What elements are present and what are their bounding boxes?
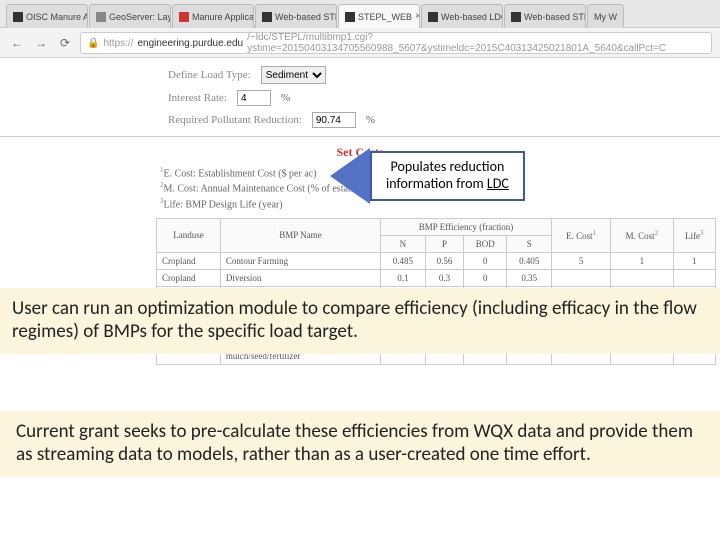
app-icon [179,12,189,22]
callout-line2: information from LDC [386,176,509,193]
load-type-select[interactable]: Sediment [261,66,326,84]
annotation-optimization: User can run an optimization module to c… [0,288,720,354]
browser-tab[interactable]: OISC Manure Applic× [6,4,88,28]
table-cell: Diversion [220,269,380,286]
col-landuse: Landuse [157,218,221,252]
tab-label: STEPL_WEB [358,12,412,22]
table-cell[interactable]: 1 [611,252,674,269]
arrow-callout: Populates reduction information from LDC [330,148,525,204]
browser-tab[interactable]: Manure Application× [172,4,254,28]
table-cell: 0.485 [380,252,425,269]
table-cell: 0 [464,252,507,269]
app-icon [262,12,272,22]
percent-label: % [281,92,290,104]
url-path: /~ldc/STEPL/multibmp1.cgi?ystime=2015040… [247,32,705,54]
table-cell[interactable]: 1 [673,252,715,269]
browser-tab[interactable]: Web-based LDC To× [421,4,503,28]
arrow-left-icon [330,148,370,204]
callout-line1: Populates reduction [386,159,509,176]
tab-label: My W [594,12,617,22]
interest-rate-input[interactable] [237,90,271,106]
table-row: CroplandDiversion0.10.300.35 [157,269,716,286]
browser-tab[interactable]: My W [587,4,624,28]
browser-tab[interactable]: Web-based STEPL× [504,4,586,28]
app-icon [428,12,438,22]
table-row: CroplandContour Farming0.4850.5600.40551… [157,252,716,269]
tab-strip: OISC Manure Applic× GeoServer: Layer Pr×… [0,0,720,28]
tab-label: Web-based LDC To [441,12,503,22]
table-cell: 0.35 [507,269,552,286]
col-mcost: M. Cost2 [611,218,674,252]
address-bar[interactable]: 🔒 https:// engineering.purdue.edu /~ldc/ST… [80,32,712,54]
col-p: P [425,235,463,252]
table-cell: 0.1 [380,269,425,286]
annotation-grant: Current grant seeks to pre-calculate the… [0,411,720,477]
tab-label: OISC Manure Applic [26,12,88,22]
load-form: Define Load Type: Sediment Interest Rate… [0,66,720,128]
globe-icon [96,12,106,22]
reduction-input[interactable] [312,112,356,128]
tab-label: Manure Application [192,12,254,22]
url-host: engineering.purdue.edu [137,38,243,49]
col-ecost: E. Cost1 [552,218,611,252]
table-cell[interactable] [552,269,611,286]
forward-button[interactable]: → [32,34,50,52]
globe-icon [13,12,23,22]
tab-label: Web-based STEPL [275,12,337,22]
table-cell: Cropland [157,269,221,286]
back-button[interactable]: ← [8,34,26,52]
tab-label: Web-based STEPL [524,12,586,22]
divider [0,136,720,137]
browser-chrome: OISC Manure Applic× GeoServer: Layer Pr×… [0,0,720,58]
table-cell: 0 [464,269,507,286]
table-cell[interactable] [611,269,674,286]
reduction-label: Required Pollutant Reduction: [168,114,302,126]
col-s: S [507,235,552,252]
app-icon [345,12,355,22]
table-cell: 0.405 [507,252,552,269]
table-cell: Cropland [157,252,221,269]
browser-tab[interactable]: Web-based STEPL× [255,4,337,28]
load-type-label: Define Load Type: [168,69,251,81]
tab-label: GeoServer: Layer Pr [109,12,171,22]
col-bmpname: BMP Name [220,218,380,252]
address-row: ← → ⟳ 🔒 https:// engineering.purdue.edu /~… [0,28,720,58]
close-icon[interactable]: × [415,11,420,22]
table-cell: Contour Farming [220,252,380,269]
reload-button[interactable]: ⟳ [56,34,74,52]
table-cell[interactable]: 5 [552,252,611,269]
lock-icon: 🔒 [87,38,99,49]
browser-tab-active[interactable]: STEPL_WEB× [338,4,420,28]
col-life: Life3 [673,218,715,252]
url-scheme: https:// [103,38,133,49]
percent-label: % [366,114,375,126]
col-efficiency: BMP Efficiency (fraction) [380,218,551,235]
interest-rate-label: Interest Rate: [168,92,227,104]
browser-tab[interactable]: GeoServer: Layer Pr× [89,4,171,28]
col-bod: BOD [464,235,507,252]
callout-box: Populates reduction information from LDC [370,151,525,201]
table-cell: 0.3 [425,269,463,286]
table-cell[interactable] [673,269,715,286]
table-cell: 0.56 [425,252,463,269]
app-icon [511,12,521,22]
col-n: N [380,235,425,252]
